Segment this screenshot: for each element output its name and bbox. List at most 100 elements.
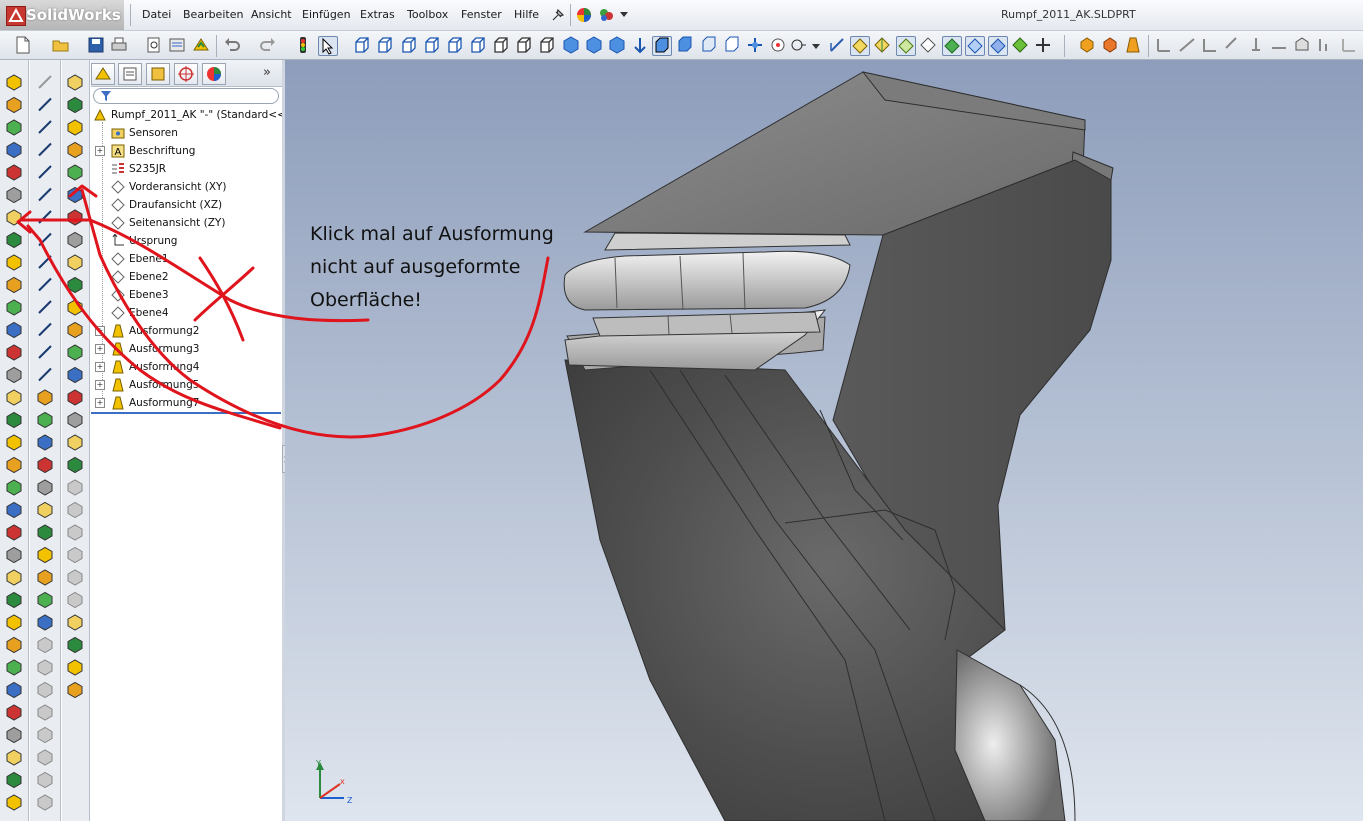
tree-node[interactable]: S235JR xyxy=(111,160,166,178)
appearance-icon[interactable] xyxy=(576,7,592,23)
shaded-with-edges-icon[interactable] xyxy=(652,36,672,56)
chamfer-icon[interactable] xyxy=(1224,36,1242,54)
chamfer-icon[interactable] xyxy=(38,345,52,359)
print-preview-icon[interactable] xyxy=(145,36,163,54)
view-back-icon[interactable] xyxy=(376,36,394,54)
section-view-icon[interactable] xyxy=(746,36,764,54)
circle-icon[interactable] xyxy=(37,524,53,541)
tree-node[interactable]: Ebene4 xyxy=(111,304,169,322)
tree-filter-input[interactable] xyxy=(93,88,279,104)
mirror-icon[interactable] xyxy=(6,321,22,339)
hole-icon[interactable] xyxy=(6,726,22,744)
rib-icon[interactable] xyxy=(67,96,83,114)
configurationmanager-tab-icon[interactable] xyxy=(146,63,170,85)
arc-icon[interactable] xyxy=(67,254,83,271)
shell-icon[interactable] xyxy=(1270,36,1288,54)
view-dimensions-icon[interactable] xyxy=(988,36,1008,56)
extrude-icon[interactable] xyxy=(38,232,52,247)
shell-icon[interactable] xyxy=(38,367,52,382)
fillet-icon[interactable] xyxy=(37,771,53,789)
trim-icon[interactable] xyxy=(37,636,53,654)
offset-icon[interactable] xyxy=(6,501,22,519)
select-cursor-icon[interactable] xyxy=(318,36,338,56)
redo-icon[interactable] xyxy=(259,36,277,54)
view-trimetric-icon[interactable] xyxy=(515,36,533,54)
spline-icon[interactable] xyxy=(38,120,52,134)
shell-icon[interactable] xyxy=(6,209,22,226)
line-icon[interactable] xyxy=(6,794,22,811)
tree-node[interactable]: Sensoren xyxy=(111,124,178,142)
chamfer-icon[interactable] xyxy=(6,186,22,204)
draft-icon[interactable] xyxy=(67,569,83,586)
tree-node[interactable]: Ausformung4 xyxy=(111,358,199,376)
fillet-icon[interactable] xyxy=(38,322,52,337)
circle-icon[interactable] xyxy=(67,681,83,699)
tree-node[interactable]: Ausformung7 xyxy=(111,394,199,412)
view-left-icon[interactable] xyxy=(400,36,418,54)
menu-extras[interactable]: Extras xyxy=(360,8,395,21)
line-icon[interactable] xyxy=(67,209,83,226)
fillet-icon[interactable] xyxy=(67,479,83,496)
expand-toggle-icon[interactable]: + xyxy=(95,146,105,156)
circle-icon[interactable] xyxy=(67,231,83,249)
extrude-icon[interactable] xyxy=(37,681,53,699)
propertymanager-tab-icon[interactable] xyxy=(118,63,142,85)
pattern-icon[interactable] xyxy=(67,614,83,631)
point-icon[interactable] xyxy=(67,321,83,339)
view-bottom-icon[interactable] xyxy=(469,36,487,54)
rib-icon[interactable] xyxy=(37,389,53,406)
sweep-icon[interactable] xyxy=(6,119,22,136)
solidworks-logo[interactable]: SolidWorks xyxy=(0,0,124,30)
tree-node[interactable]: Ebene3 xyxy=(111,286,169,304)
extrude-icon[interactable] xyxy=(67,389,83,406)
revolve-boss-icon[interactable] xyxy=(1101,36,1119,54)
mirror-icon[interactable] xyxy=(1340,36,1358,54)
curves-icon[interactable] xyxy=(1178,36,1196,54)
spline-icon[interactable] xyxy=(6,411,22,429)
tree-node[interactable]: Ausformung3 xyxy=(111,340,199,358)
normal-to-icon[interactable] xyxy=(562,36,580,54)
draft-icon[interactable] xyxy=(6,254,22,271)
extrude-icon[interactable] xyxy=(6,74,22,91)
view-right-icon[interactable] xyxy=(423,36,441,54)
mirror-icon[interactable] xyxy=(67,636,83,654)
hidden-lines-visible-icon[interactable] xyxy=(723,36,741,54)
save-icon[interactable] xyxy=(87,36,105,54)
view-origins-icon[interactable] xyxy=(896,36,916,56)
shell-icon[interactable] xyxy=(67,74,83,91)
tree-root-part[interactable]: Rumpf_2011_AK "-" (Standard<<S xyxy=(93,106,293,124)
shaded-icon[interactable] xyxy=(676,36,694,54)
revolve-icon[interactable] xyxy=(38,255,52,269)
hidden-lines-removed-icon[interactable] xyxy=(700,36,718,54)
pattern-icon[interactable] xyxy=(1316,36,1334,54)
expand-toggle-icon[interactable]: + xyxy=(95,326,105,336)
expand-toggle-icon[interactable]: + xyxy=(95,398,105,408)
draft-icon[interactable] xyxy=(67,119,83,136)
chevron-down-icon[interactable] xyxy=(620,12,628,18)
loft-boss-icon[interactable] xyxy=(1124,36,1142,54)
view-parts-icon[interactable] xyxy=(1011,36,1029,54)
four-view-icon[interactable] xyxy=(631,36,649,54)
view-top-icon[interactable] xyxy=(446,36,464,54)
rib-icon[interactable] xyxy=(6,231,22,249)
shell-icon[interactable] xyxy=(67,524,83,541)
draft-icon[interactable] xyxy=(37,411,53,429)
pattern-icon[interactable] xyxy=(6,299,22,316)
rectangle-icon[interactable] xyxy=(6,434,22,451)
featuremanager-tab-icon[interactable] xyxy=(91,63,115,85)
rebuild-icon[interactable] xyxy=(192,36,210,54)
menu-toolbox[interactable]: Toolbox xyxy=(407,8,448,21)
expand-panel-icon[interactable]: » xyxy=(263,65,271,80)
fillet-icon[interactable] xyxy=(6,614,22,631)
tree-node[interactable]: Ebene2 xyxy=(111,268,169,286)
point-icon[interactable] xyxy=(37,614,53,631)
chamfer-icon[interactable] xyxy=(37,794,53,811)
single-view-icon[interactable] xyxy=(585,36,603,54)
chevron-down-icon[interactable] xyxy=(812,44,820,50)
loft-icon[interactable] xyxy=(38,300,52,314)
view-orientation-icon[interactable] xyxy=(790,36,808,54)
extrude-boss-icon[interactable] xyxy=(1078,36,1096,54)
circle-icon[interactable] xyxy=(38,75,52,89)
offset-icon[interactable] xyxy=(37,659,53,676)
menu-datei[interactable]: Datei xyxy=(142,8,171,21)
